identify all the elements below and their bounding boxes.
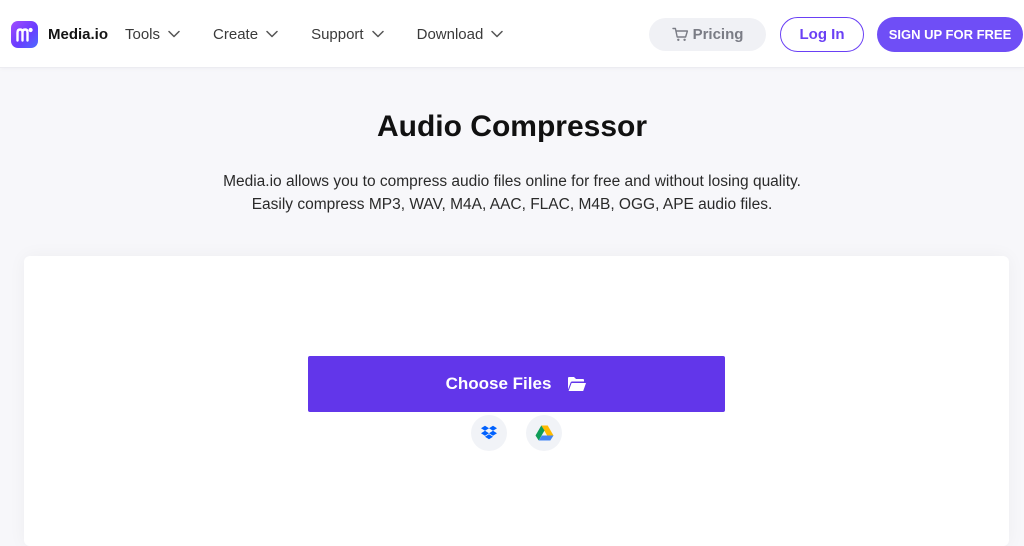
media-io-logo-icon [11,21,38,48]
nav-tools[interactable]: Tools [125,26,180,43]
nav-support[interactable]: Support [311,26,384,43]
subtitle-line-2: Easily compress MP3, WAV, M4A, AAC, FLAC… [251,196,773,213]
dropbox-icon [481,425,497,440]
nav-download[interactable]: Download [417,26,504,43]
page-subtitle: Media.io allows you to compress audio fi… [0,170,1024,216]
brand-logo[interactable]: Media.io [11,21,108,48]
choose-files-label: Choose Files [445,374,552,393]
folder-open-icon [568,377,587,391]
cart-icon [671,27,688,41]
google-drive-icon [535,425,553,441]
pricing-button[interactable]: Pricing [649,18,766,51]
chevron-down-icon [168,30,180,38]
nav-support-label: Support [311,25,364,43]
nav-download-label: Download [416,25,484,43]
dropbox-button[interactable] [471,415,507,451]
google-drive-button[interactable] [526,415,562,451]
subtitle-line-1: Media.io allows you to compress audio fi… [223,173,801,190]
nav-create-label: Create [213,25,259,43]
pricing-label: Pricing [692,26,744,43]
top-navbar: Media.io Tools Create Support Download P… [0,0,1024,68]
nav-create[interactable]: Create [213,26,278,43]
choose-files-button[interactable]: Choose Files [308,356,725,412]
chevron-down-icon [266,30,278,38]
main-nav: Tools Create Support Download [125,0,536,68]
page-title: Audio Compressor [376,110,648,143]
signup-button[interactable]: SIGN UP FOR FREE [877,17,1023,52]
login-button[interactable]: Log In [780,17,864,52]
brand-name: Media.io [48,26,109,43]
nav-tools-label: Tools [125,25,161,43]
chevron-down-icon [491,30,504,38]
chevron-down-icon [371,30,384,38]
